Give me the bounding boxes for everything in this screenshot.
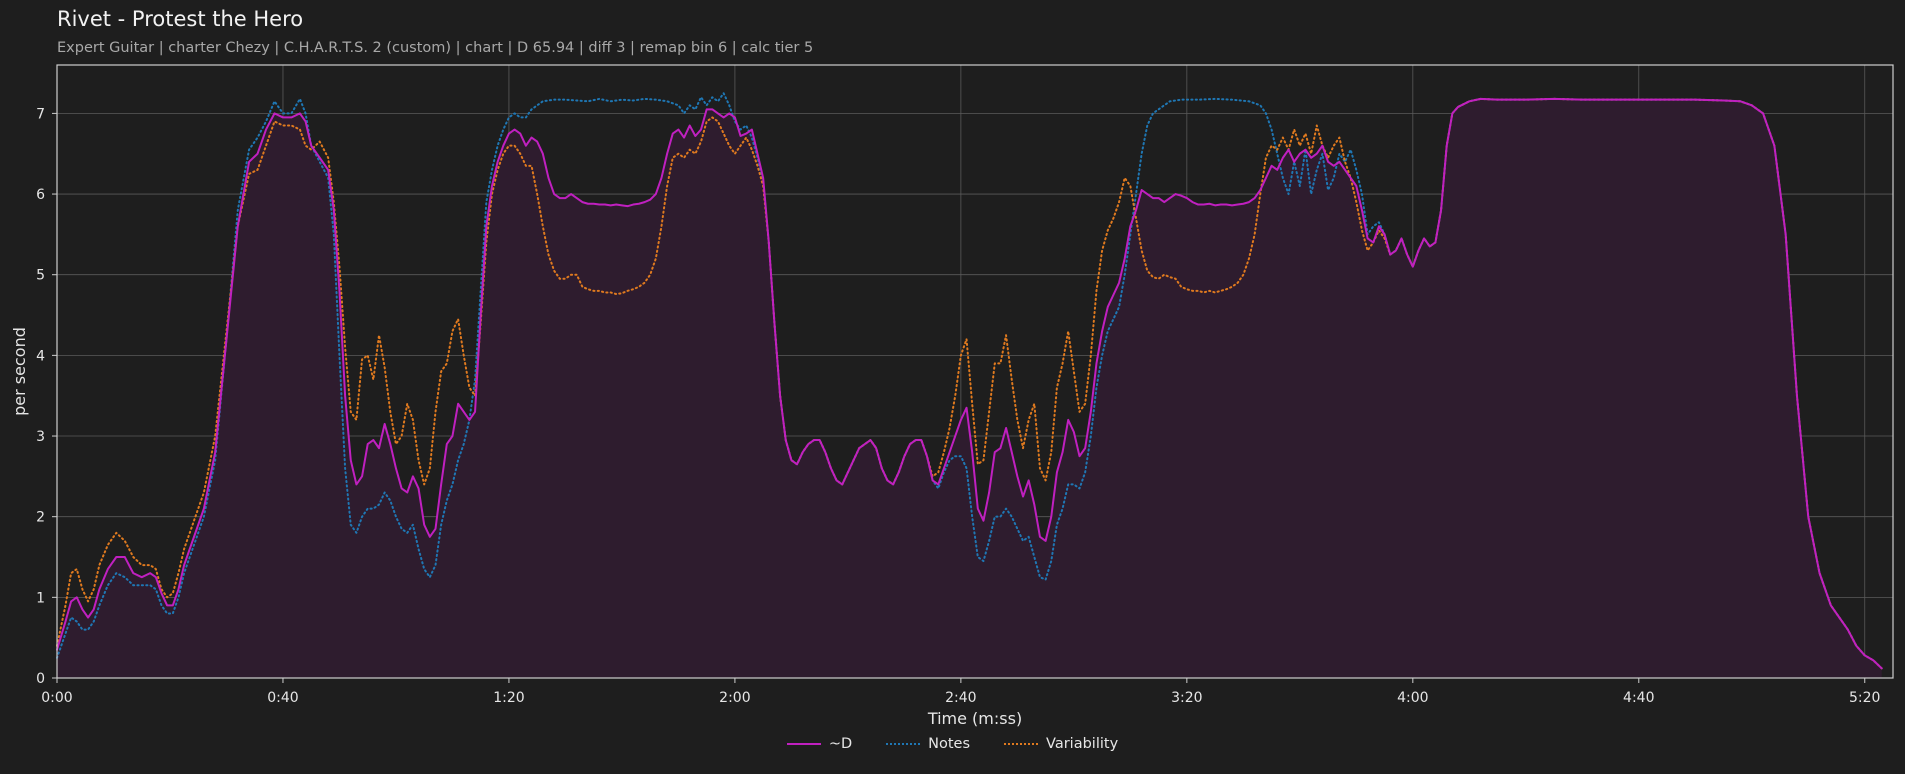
- legend-swatch: [886, 743, 921, 745]
- legend-label: Variability: [1046, 736, 1119, 752]
- y-tick-label: 5: [36, 268, 45, 284]
- x-tick-label: 4:00: [1397, 690, 1428, 706]
- legend: ~D Notes Variability: [0, 736, 1905, 752]
- x-tick-label: 1:20: [493, 690, 524, 706]
- y-tick-label: 2: [36, 510, 45, 526]
- x-tick-label: 2:00: [719, 690, 750, 706]
- x-tick-label: 0:00: [41, 690, 72, 706]
- y-tick-label: 4: [36, 348, 45, 364]
- y-tick-label: 1: [36, 590, 45, 606]
- legend-swatch: [1004, 743, 1039, 745]
- x-axis-label: Time (m:ss): [927, 709, 1022, 728]
- x-tick-label: 5:20: [1849, 690, 1880, 706]
- x-tick-label: 2:40: [945, 690, 976, 706]
- legend-item: Notes: [886, 736, 970, 752]
- legend-item: Variability: [1004, 736, 1118, 752]
- y-tick-label: 3: [36, 429, 45, 445]
- y-tick-label: 6: [36, 187, 45, 203]
- legend-label: ~D: [828, 736, 853, 752]
- y-tick-label: 0: [36, 671, 45, 687]
- legend-item: ~D: [786, 736, 853, 752]
- y-axis-label: per second: [10, 327, 29, 416]
- legend-label: Notes: [928, 736, 971, 752]
- y-tick-label: 7: [36, 106, 45, 122]
- x-tick-label: 3:20: [1171, 690, 1202, 706]
- chart-area: 0:00 0:40 1:20 2:00 2:40 3:20 4:00 4:40 5:20 0 1 2 3…: [10, 64, 1894, 728]
- x-tick-label: 0:40: [267, 690, 298, 706]
- x-tick-label: 4:40: [1623, 690, 1654, 706]
- legend-swatch: [786, 743, 821, 745]
